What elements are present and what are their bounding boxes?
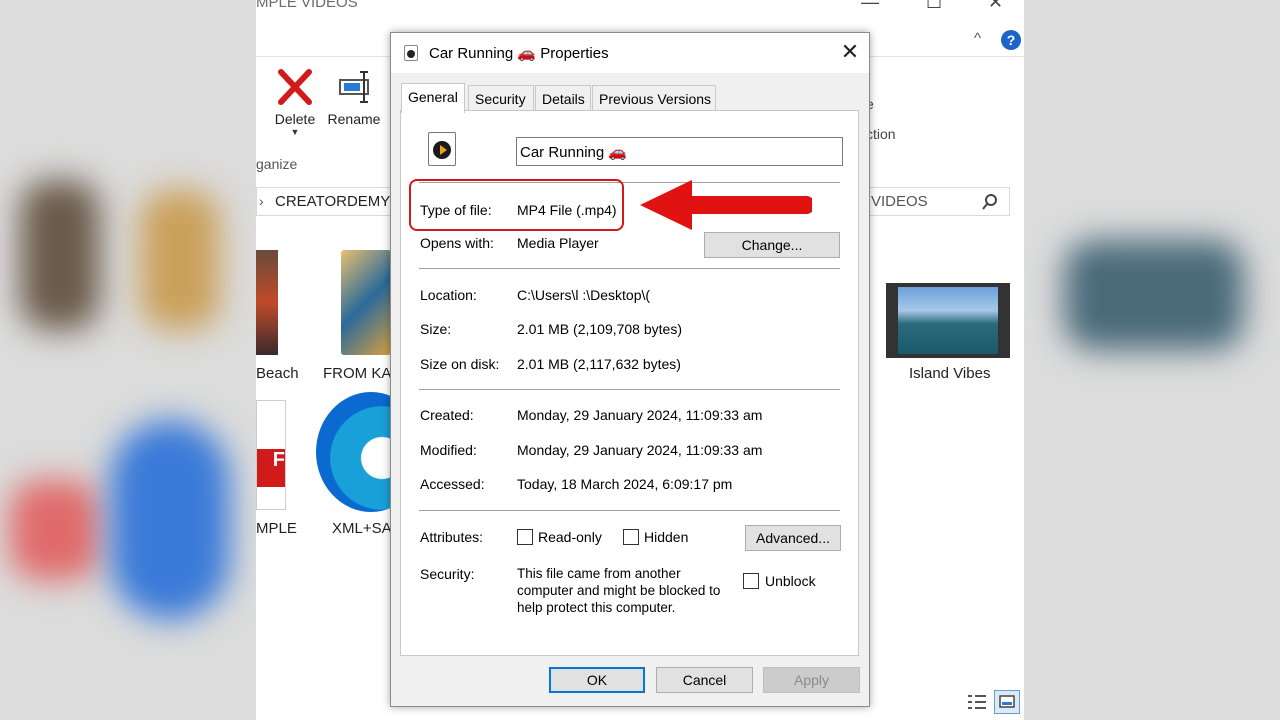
pdf-thumbnail[interactable]: F	[256, 400, 286, 510]
explorer-close-button[interactable]: ✕	[988, 0, 1003, 13]
item-label[interactable]: Island Vibes	[909, 365, 990, 382]
size-on-disk-value: 2.01 MB (2,117,632 bytes)	[517, 356, 681, 372]
opens-with-value: Media Player	[517, 235, 599, 251]
maximize-button[interactable]: ☐	[926, 0, 942, 13]
read-only-label[interactable]: Read-only	[538, 529, 602, 545]
help-icon[interactable]: ?	[1001, 30, 1021, 50]
search-text: VIDEOS	[871, 193, 928, 210]
separator	[419, 510, 840, 511]
annotation-highlight-box	[409, 179, 624, 231]
attributes-label: Attributes:	[420, 529, 484, 545]
folder-thumbnail[interactable]	[341, 250, 391, 355]
size-label: Size:	[420, 321, 452, 337]
video-file-icon	[428, 132, 456, 166]
ribbon-group-label: ganize	[256, 156, 298, 172]
delete-dropdown-icon[interactable]: ▼	[270, 127, 320, 137]
tab-security[interactable]: Security	[468, 85, 534, 111]
size-on-disk-label: Size on disk:	[420, 356, 500, 372]
modified-label: Modified:	[420, 442, 477, 458]
cancel-button[interactable]: Cancel	[656, 667, 753, 693]
accessed-label: Accessed:	[420, 476, 485, 492]
ribbon-collapse-icon[interactable]: ^	[974, 30, 981, 47]
delete-label: Delete	[274, 111, 316, 127]
blur-blob	[20, 180, 100, 330]
created-value: Monday, 29 January 2024, 11:09:33 am	[517, 407, 763, 423]
security-message-line: This file came from another	[517, 566, 681, 581]
details-view-icon[interactable]	[966, 693, 988, 716]
blur-blob	[140, 190, 220, 330]
security-message-line: computer and might be blocked to	[517, 583, 721, 598]
dialog-titlebar[interactable]: Car Running 🚗 Properties ✕	[391, 33, 869, 73]
item-label[interactable]: FROM KA	[323, 365, 391, 382]
security-label: Security:	[420, 566, 475, 582]
opens-with-label: Opens with:	[420, 235, 494, 251]
right-blurred-backdrop	[1024, 0, 1280, 720]
search-icon[interactable]	[981, 193, 999, 211]
apply-button[interactable]: Apply	[763, 667, 860, 693]
created-label: Created:	[420, 407, 474, 423]
change-button[interactable]: Change...	[704, 232, 840, 258]
rename-icon	[339, 71, 369, 103]
properties-dialog: Car Running 🚗 Properties ✕ General Secur…	[390, 32, 870, 707]
dialog-close-button[interactable]: ✕	[836, 38, 864, 66]
read-only-checkbox[interactable]	[517, 529, 533, 545]
filename-input[interactable]	[516, 137, 843, 166]
video-file-icon	[404, 45, 418, 61]
ribbon-right-text: ction	[866, 126, 896, 142]
location-label: Location:	[420, 287, 477, 303]
video-thumbnail[interactable]	[256, 250, 278, 355]
separator	[419, 268, 840, 269]
item-label[interactable]: XML+SA	[332, 520, 392, 537]
ok-button[interactable]: OK	[549, 667, 645, 693]
chevron-right-icon: ›	[259, 193, 264, 209]
blur-blob	[1064, 240, 1244, 350]
minimize-button[interactable]: —	[861, 0, 879, 13]
size-value: 2.01 MB (2,109,708 bytes)	[517, 321, 682, 337]
unblock-checkbox[interactable]	[743, 573, 759, 589]
video-thumbnail-island[interactable]	[886, 283, 1010, 358]
rename-label: Rename	[327, 111, 381, 127]
explorer-title: MPLE VIDEOS	[256, 0, 358, 11]
large-icons-view-icon[interactable]	[994, 690, 1020, 714]
security-message-line: help protect this computer.	[517, 600, 676, 615]
hidden-label[interactable]: Hidden	[644, 529, 688, 545]
item-label[interactable]: MPLE	[256, 520, 297, 537]
annotation-arrow-icon	[640, 180, 812, 230]
delete-button[interactable]: Delete ▼	[270, 64, 320, 137]
left-blurred-backdrop	[0, 0, 256, 720]
unblock-label[interactable]: Unblock	[765, 573, 816, 589]
modified-value: Monday, 29 January 2024, 11:09:33 am	[517, 442, 763, 458]
rename-button[interactable]: Rename	[324, 64, 384, 127]
hidden-checkbox[interactable]	[623, 529, 639, 545]
advanced-button[interactable]: Advanced...	[745, 525, 841, 551]
blur-blob	[10, 480, 100, 580]
tab-previous-versions[interactable]: Previous Versions	[592, 85, 716, 111]
accessed-value: Today, 18 March 2024, 6:09:17 pm	[517, 476, 733, 492]
delete-icon	[278, 69, 312, 105]
address-path: CREATORDEMY	[275, 193, 391, 210]
dialog-title: Car Running 🚗 Properties	[429, 45, 609, 62]
separator	[419, 389, 840, 390]
item-label[interactable]: Beach	[256, 365, 299, 382]
tab-details[interactable]: Details	[535, 85, 591, 111]
blur-blob	[110, 420, 230, 620]
location-value: C:\Users\l :\Desktop\(	[517, 287, 651, 303]
tab-general[interactable]: General	[401, 83, 465, 113]
